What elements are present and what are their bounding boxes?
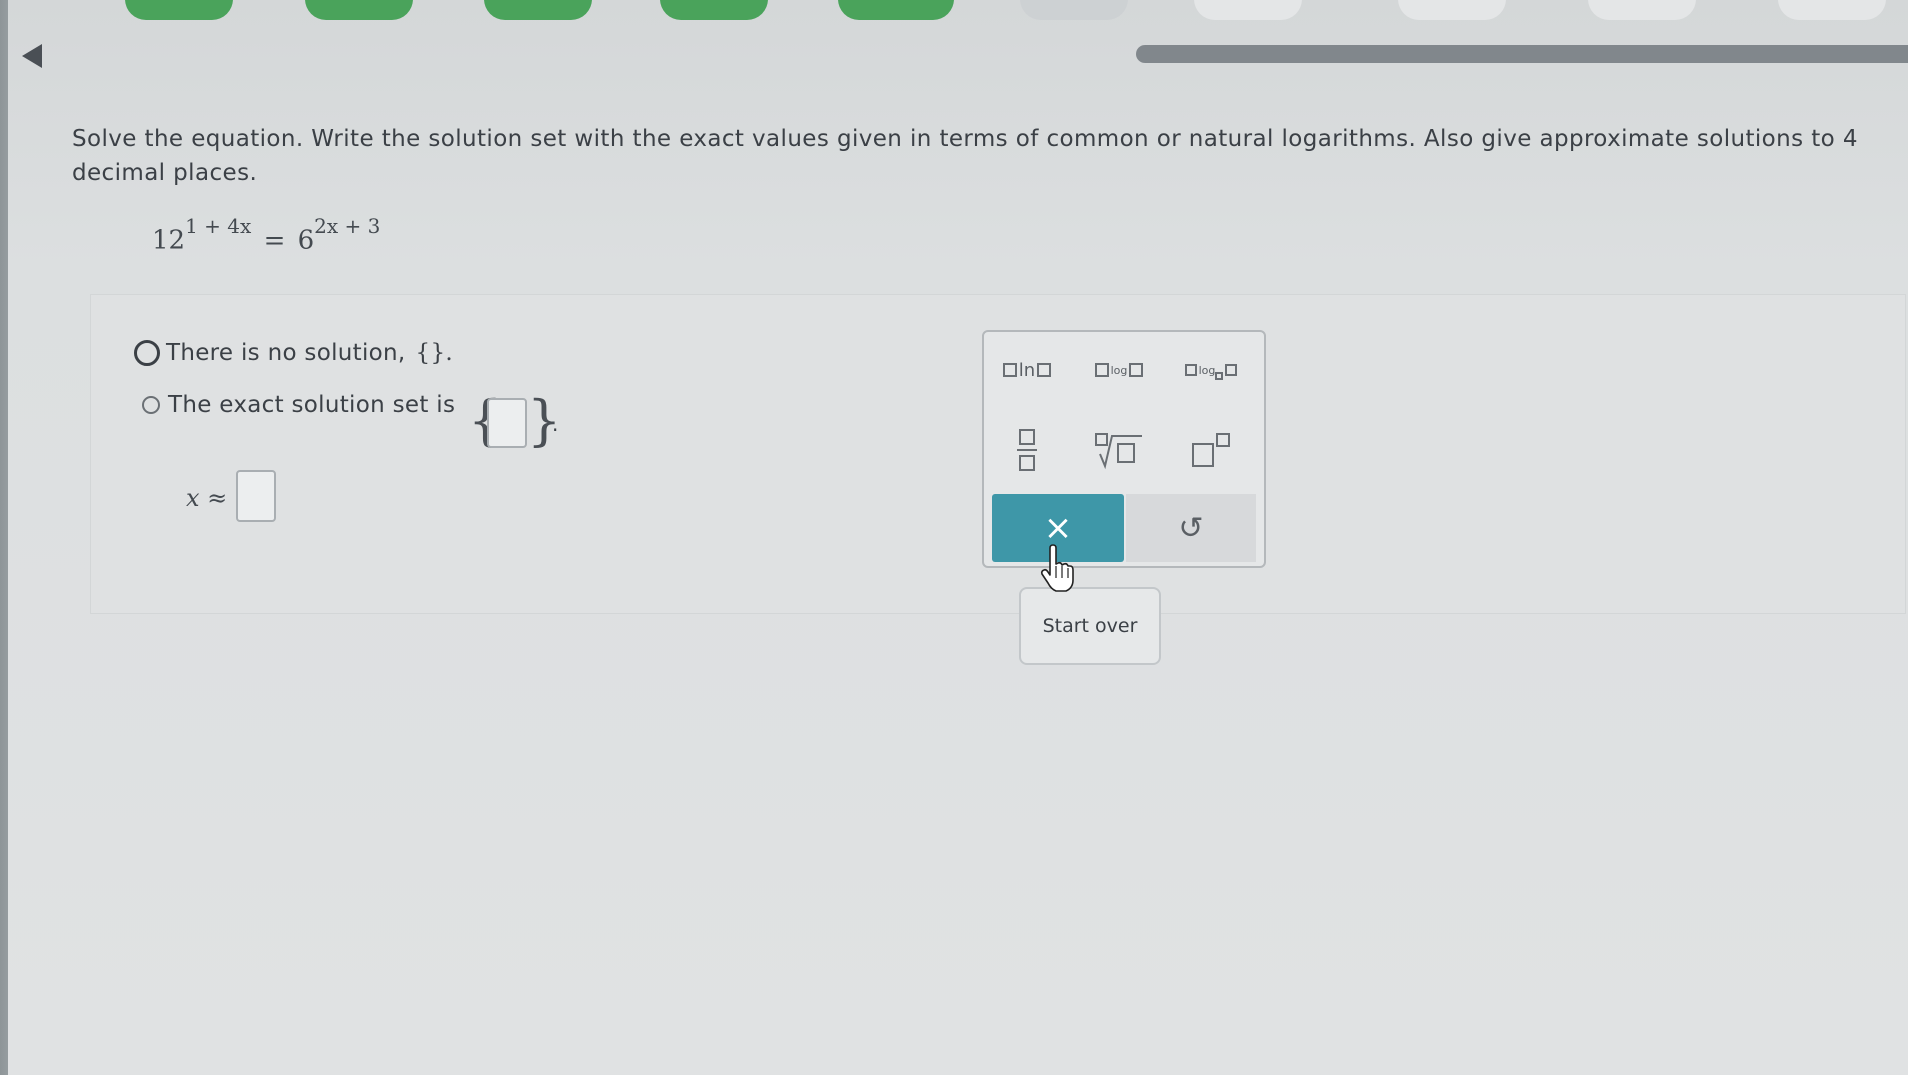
nav-item[interactable] xyxy=(838,0,954,20)
nav-item[interactable] xyxy=(1398,0,1506,20)
back-arrow-icon[interactable] xyxy=(22,44,42,68)
approx-label: x ≈ xyxy=(186,484,228,512)
option-no-solution[interactable]: There is no solution, {}. xyxy=(134,340,453,366)
nav-item[interactable] xyxy=(1194,0,1302,20)
nav-item[interactable] xyxy=(1778,0,1886,20)
approx-input[interactable] xyxy=(236,470,276,522)
equation-left-base: 12 xyxy=(152,225,186,256)
subscript-square-icon xyxy=(1215,372,1224,380)
nth-root-icon xyxy=(1095,433,1142,470)
nav-item[interactable] xyxy=(660,0,768,20)
question-nav xyxy=(8,0,1908,28)
nav-item[interactable] xyxy=(1588,0,1696,20)
log-base-label: log xyxy=(1198,363,1216,377)
placeholder-square-icon xyxy=(1094,363,1109,377)
radio-exact-solution[interactable] xyxy=(142,396,160,414)
placeholder-square-icon xyxy=(1225,364,1238,376)
placeholder-square-icon xyxy=(1129,363,1144,377)
pointer-hand-icon xyxy=(1040,544,1074,592)
empty-set-symbol: {}. xyxy=(415,340,454,366)
progress-bar xyxy=(1136,45,1908,63)
fraction-icon xyxy=(1017,429,1037,471)
option-no-solution-label: There is no solution, xyxy=(166,340,406,366)
nth-root-button[interactable] xyxy=(1076,422,1162,478)
equals-sign: = xyxy=(263,225,286,256)
exponent-icon xyxy=(1192,433,1230,467)
question-text: Solve the equation. Write the solution s… xyxy=(72,126,1858,186)
undo-icon: ↺ xyxy=(1178,510,1204,546)
equation: 121 + 4x = 62x + 3 xyxy=(152,214,380,256)
close-icon: × xyxy=(1043,508,1073,548)
exponent-button[interactable] xyxy=(1168,422,1254,478)
math-palette: ln log log × ↺ xyxy=(982,330,1266,568)
option-exact-solution[interactable]: The exact solution set is xyxy=(142,392,455,418)
ln-button[interactable]: ln xyxy=(984,342,1070,398)
start-over-tooltip: Start over xyxy=(1019,587,1161,665)
undo-button[interactable]: ↺ xyxy=(1126,494,1256,562)
nav-item[interactable] xyxy=(484,0,592,20)
equation-left-exponent: 1 + 4x xyxy=(185,214,252,238)
equation-right-exponent: 2x + 3 xyxy=(314,214,381,238)
screen: Solve the equation. Write the solution s… xyxy=(8,0,1908,1075)
nav-item[interactable] xyxy=(1020,0,1128,20)
equation-right-base: 6 xyxy=(297,225,315,256)
nav-item[interactable] xyxy=(305,0,413,20)
placeholder-square-icon xyxy=(1002,363,1017,377)
log-button[interactable]: log xyxy=(1076,342,1162,398)
placeholder-square-icon xyxy=(1037,363,1052,377)
log-label: log xyxy=(1110,363,1128,377)
radio-no-solution[interactable] xyxy=(134,340,160,366)
option-exact-solution-label: The exact solution set is xyxy=(168,392,456,418)
exact-period: . xyxy=(552,412,559,436)
log-base-button[interactable]: log xyxy=(1168,342,1254,398)
ln-label: ln xyxy=(1018,359,1036,381)
nav-item[interactable] xyxy=(125,0,233,20)
exact-solution-input[interactable] xyxy=(487,398,527,448)
fraction-button[interactable] xyxy=(984,422,1070,478)
placeholder-square-icon xyxy=(1184,364,1197,376)
